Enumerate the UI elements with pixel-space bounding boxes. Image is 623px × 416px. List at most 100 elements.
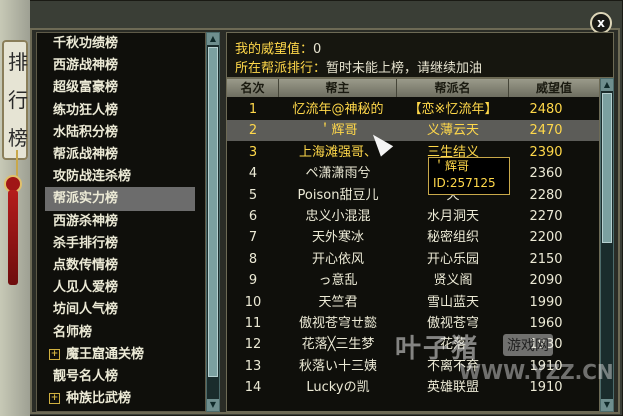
scroll-thumb[interactable] [208, 47, 218, 377]
category-item[interactable]: 靓号名人榜 [45, 365, 195, 389]
header-guild[interactable]: 帮派名 [397, 79, 509, 97]
table-row[interactable]: 2 ＇辉哥 义薄云天 2470 [227, 120, 599, 142]
guild-cell: 义薄云天 [426, 123, 479, 139]
rank-cell: 8 [248, 251, 258, 267]
guild-rank-label: 所在帮派排行： [235, 61, 327, 76]
table-scroll-thumb[interactable] [602, 93, 612, 243]
leader-cell: 秋落い十三姨 [298, 358, 377, 374]
rank-cell: 2 [248, 123, 258, 139]
prestige-info-panel: 我的威望值：0 所在帮派排行：暂时未能上榜，请继续加油 [226, 32, 614, 78]
rank-cell: 13 [244, 358, 262, 374]
leader-cell: ペ潇潇雨兮 [305, 166, 371, 182]
decorative-strip: 排 行 榜 [0, 0, 30, 416]
table-row[interactable]: 5 Poison甜豆儿天 2280 [227, 185, 599, 206]
leader-cell: Poison甜豆儿 [297, 187, 379, 203]
table-row[interactable]: 1 忆流年@神秘的 【恋※忆流年】 2480 [227, 99, 599, 120]
category-item[interactable]: 西游战神榜 [45, 54, 195, 78]
tooltip-name: ＇辉哥 [433, 159, 470, 173]
category-label: 超级富豪榜 [53, 80, 119, 96]
category-label: 水陆积分榜 [53, 124, 119, 140]
category-label: 帮派战神榜 [53, 147, 119, 162]
guild-cell: 水月洞天 [426, 209, 479, 224]
table-scroll-down-icon[interactable]: ▼ [601, 399, 613, 411]
leader-cell: 傲视苍穹ㄝ懿 [298, 316, 377, 331]
rank-cell: 6 [248, 209, 258, 224]
category-item[interactable]: 练功狂人榜 [45, 99, 195, 123]
guild-cell: 【恋※忆流年】 [408, 102, 498, 117]
category-item[interactable]: 水陆积分榜 [45, 121, 195, 145]
category-label: 种族比武榜 [66, 391, 132, 407]
category-item[interactable]: 攻防战连杀榜 [45, 165, 195, 189]
category-scrollbar[interactable]: ▲ ▼ [206, 32, 220, 412]
category-item[interactable]: 帮派实力榜 [45, 187, 195, 212]
leader-cell: 天竺君 [318, 294, 358, 310]
category-label: 千秋功绩榜 [53, 36, 119, 51]
player-tooltip: ＇辉哥 ID:257125 [428, 157, 510, 195]
scroll-banner: 排 行 榜 [2, 40, 28, 160]
category-label: 人见人爱榜 [53, 280, 119, 296]
category-item[interactable]: + 种族比武榜 [45, 387, 195, 411]
my-prestige-value: 0 [313, 42, 322, 57]
category-list: 千秋功绩榜西游战神榜超级富豪榜练功狂人榜 水陆积分榜帮派战神榜攻防战连杀榜帮派实力… [36, 32, 206, 412]
header-rank[interactable]: 名次 [227, 79, 279, 97]
plus-icon[interactable]: + [49, 348, 60, 360]
category-label: 点数传情榜 [53, 258, 119, 273]
category-item[interactable]: 杀手排行榜 [45, 232, 195, 256]
guild-cell: 贤义阁 [433, 273, 473, 289]
category-item[interactable]: 千秋功绩榜 [45, 33, 195, 56]
prestige-cell: 2470 [529, 123, 563, 139]
header-prestige[interactable]: 威望值 [509, 79, 599, 97]
table-row[interactable]: 7 天外寒冰 秘密组织 2200 [227, 227, 599, 248]
rank-cell: 1 [248, 102, 258, 117]
scroll-up-icon[interactable]: ▲ [207, 33, 219, 45]
table-row[interactable]: 8 开心依风 开心乐园 2150 [227, 249, 599, 270]
leader-cell: 花落╳三生梦 [301, 337, 375, 353]
category-item[interactable]: 超级富豪榜 [45, 76, 195, 100]
table-scroll-up-icon[interactable]: ▲ [601, 79, 613, 91]
category-item[interactable]: 名师榜 [45, 321, 195, 345]
tassel-icon [8, 190, 18, 285]
header-leader[interactable]: 帮主 [279, 79, 397, 97]
category-label: 西游战神榜 [53, 58, 119, 74]
table-header: 名次 帮主 帮派名 威望值 [227, 79, 599, 97]
prestige-cell: 2480 [529, 102, 563, 117]
table-row[interactable]: 4ペ潇潇雨兮战2360 [227, 163, 599, 184]
rank-cell: 12 [244, 337, 262, 353]
category-item[interactable]: 点数传情榜 [45, 254, 195, 278]
category-item[interactable]: 西游杀神榜 [45, 210, 195, 234]
category-item[interactable]: 帮派战神榜 [45, 143, 195, 167]
rank-cell: 3 [248, 144, 258, 160]
category-label: 攻防战连杀榜 [53, 169, 132, 185]
my-prestige-line: 我的威望值：0 [235, 38, 321, 57]
guild-rank-value: 暂时未能上榜，请继续加油 [326, 61, 483, 76]
close-button[interactable]: x [590, 12, 612, 34]
category-label: 西游杀神榜 [53, 213, 119, 229]
table-row[interactable]: 10 天竺君 雪山蓝天 1990 [227, 292, 599, 313]
my-prestige-label: 我的威望值： [235, 42, 314, 57]
rank-cell: 7 [248, 230, 258, 246]
category-item[interactable]: 坊间人气榜 [45, 298, 195, 322]
banner-char-2: 行 [8, 88, 28, 112]
banner-char-1: 排 [8, 50, 28, 74]
tooltip-id: ID:257125 [433, 176, 496, 190]
leader-cell: Luckyの凯 [306, 380, 370, 396]
rank-cell: 11 [244, 316, 262, 331]
category-label: 杀手排行榜 [53, 235, 119, 251]
table-row[interactable]: 9 っ意乱 贤义阁 2090 [227, 270, 599, 291]
prestige-cell: 1990 [529, 294, 563, 310]
site-watermark: 叶子猪 游戏网 WWW.YZZ.CN [395, 326, 614, 396]
banner-char-3: 榜 [8, 126, 28, 150]
category-item[interactable]: 人见人爱榜 [45, 276, 195, 300]
prestige-cell: 2200 [529, 230, 563, 246]
table-row[interactable]: 6 忠义小混混 水月洞天 2270 [227, 206, 599, 227]
table-row[interactable]: 3 上海滩强哥、 三生结义 2390 [227, 142, 599, 163]
prestige-cell: 2150 [529, 251, 563, 267]
category-item[interactable]: + 魔王窟通关榜 [45, 343, 195, 367]
watermark-url: WWW.YZZ.CN [459, 360, 614, 384]
scroll-down-icon[interactable]: ▼ [207, 399, 219, 411]
plus-icon[interactable]: + [49, 393, 60, 405]
close-icon: x [597, 16, 605, 30]
guild-cell: 雪山蓝天 [426, 294, 479, 310]
guild-cell: 开心乐园 [426, 251, 479, 267]
prestige-cell: 2280 [529, 187, 563, 203]
